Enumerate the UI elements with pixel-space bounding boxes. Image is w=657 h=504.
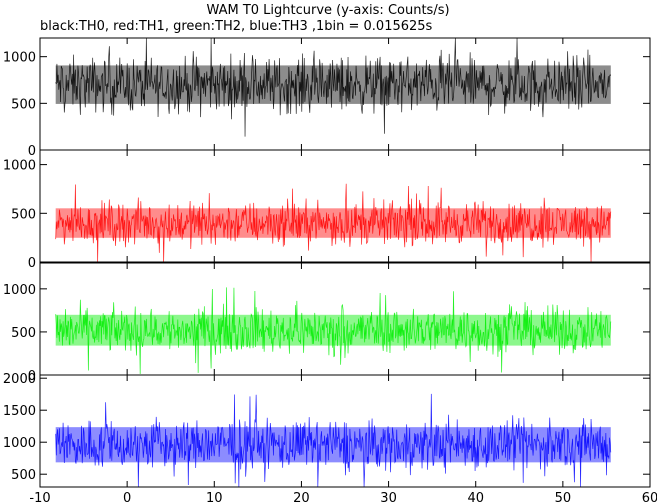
chart-subtitle: black:TH0, red:TH1, green:TH2, blue:TH3 … — [40, 19, 433, 34]
y-tick-label: 1000 — [3, 51, 36, 66]
x-tick-label: 50 — [555, 491, 572, 504]
series-core-th3 — [55, 427, 611, 463]
x-tick-label: 30 — [380, 491, 397, 504]
x-tick-label: 20 — [293, 491, 310, 504]
y-tick-label: 500 — [11, 326, 36, 341]
panel-th2: 05001000 — [3, 262, 651, 384]
panel-th1: 0 500 1000 — [3, 149, 651, 271]
series-core-th0 — [55, 65, 611, 104]
panel-th0: 0 500 1000 — [3, 37, 651, 159]
x-tick-label: 10 — [206, 491, 223, 504]
x-tick-label: 60 — [642, 491, 657, 504]
x-tick-label: 0 — [123, 491, 131, 504]
x-tick-label: -10 — [29, 491, 50, 504]
y-tick-label: 1500 — [3, 404, 36, 419]
x-tick-label: 40 — [467, 491, 484, 504]
panel-th3: 500 1000 1500 2000 — [3, 372, 651, 488]
series-core-th2 — [55, 314, 611, 346]
panel-frame — [39, 149, 651, 263]
y-tick-label: 0 — [28, 256, 36, 271]
y-tick-label: 1000 — [3, 283, 36, 298]
x-axis: -10 0 10 20 30 40 50 60 — [29, 491, 657, 504]
chart-title: WAM T0 Lightcurve (y-axis: Counts/s) — [206, 3, 449, 18]
y-tick-label: 0 — [28, 144, 36, 159]
y-tick-label: 1000 — [3, 159, 36, 174]
y-tick-label: 2000 — [3, 372, 36, 387]
panels-layer: 050010000500100005001000500100015002000 — [3, 37, 651, 488]
series-core-th1 — [55, 208, 611, 238]
y-tick-label: 1000 — [3, 436, 36, 451]
y-tick-label: 500 — [11, 97, 36, 112]
lightcurve-chart: WAM T0 Lightcurve (y-axis: Counts/s) bla… — [3, 3, 657, 504]
y-tick-label: 500 — [11, 468, 36, 483]
y-tick-label: 500 — [11, 207, 36, 222]
